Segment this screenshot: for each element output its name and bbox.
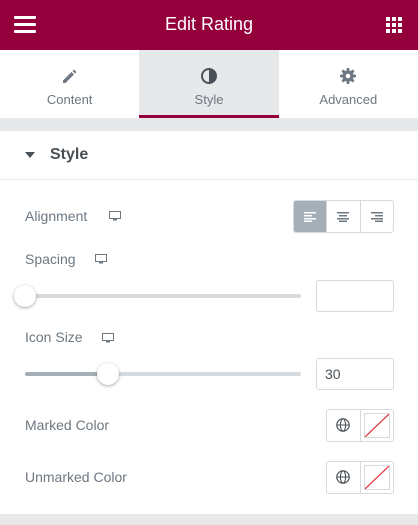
section-gap <box>0 118 418 131</box>
align-left-button[interactable] <box>294 201 327 232</box>
panel-footer-gap <box>0 514 418 525</box>
caret-down-icon <box>25 152 35 158</box>
section-header-style[interactable]: Style <box>0 131 418 180</box>
unmarked-color-label: Unmarked Color <box>25 469 127 485</box>
spacing-slider-handle[interactable] <box>14 285 36 307</box>
globe-icon <box>336 470 350 484</box>
gear-icon <box>340 68 357 84</box>
marked-color-global-button[interactable] <box>327 410 361 441</box>
align-center-icon <box>337 211 350 222</box>
alignment-label: Alignment <box>25 208 88 224</box>
spacing-input[interactable] <box>316 280 394 312</box>
marked-color-picker[interactable] <box>361 410 393 441</box>
unmarked-color-global-button[interactable] <box>327 462 361 493</box>
desktop-icon[interactable] <box>102 333 114 343</box>
icon-size-slider-handle[interactable] <box>96 363 119 385</box>
tab-style[interactable]: Style <box>139 50 279 118</box>
editor-header: Edit Rating <box>0 0 418 50</box>
marked-color-control <box>326 409 394 442</box>
apps-grid-icon[interactable] <box>386 17 402 33</box>
spacing-label: Spacing <box>25 251 76 267</box>
icon-size-slider[interactable] <box>25 363 301 385</box>
icon-size-slider-fill <box>25 372 108 376</box>
align-left-icon <box>304 211 317 222</box>
icon-size-label: Icon Size <box>25 329 83 345</box>
align-right-icon <box>370 211 383 222</box>
align-center-button[interactable] <box>326 201 359 232</box>
panel-title: Edit Rating <box>164 14 254 34</box>
tab-content-label: Content <box>46 92 93 107</box>
empty-color-swatch <box>364 465 390 490</box>
align-right-button[interactable] <box>359 201 393 232</box>
empty-color-swatch <box>364 413 390 438</box>
unmarked-color-control <box>326 461 394 494</box>
alignment-control <box>293 200 394 233</box>
panel-tabs: Content Style Advanced <box>0 50 418 118</box>
half-circle-icon <box>200 68 217 84</box>
tab-advanced-label: Advanced <box>319 92 378 107</box>
marked-color-label: Marked Color <box>25 417 110 433</box>
desktop-icon[interactable] <box>109 211 121 221</box>
pencil-icon <box>62 69 77 83</box>
style-section-panel: Style Alignment Spacing Icon Size 30 Mar… <box>0 131 418 514</box>
tab-advanced[interactable]: Advanced <box>279 50 418 118</box>
globe-icon <box>336 418 350 432</box>
tab-content[interactable]: Content <box>0 50 139 118</box>
spacing-slider[interactable] <box>14 285 301 307</box>
tab-style-label: Style <box>194 92 224 107</box>
desktop-icon[interactable] <box>95 254 107 264</box>
section-title: Style <box>50 146 89 163</box>
unmarked-color-picker[interactable] <box>361 462 393 493</box>
icon-size-input[interactable] <box>316 358 394 390</box>
